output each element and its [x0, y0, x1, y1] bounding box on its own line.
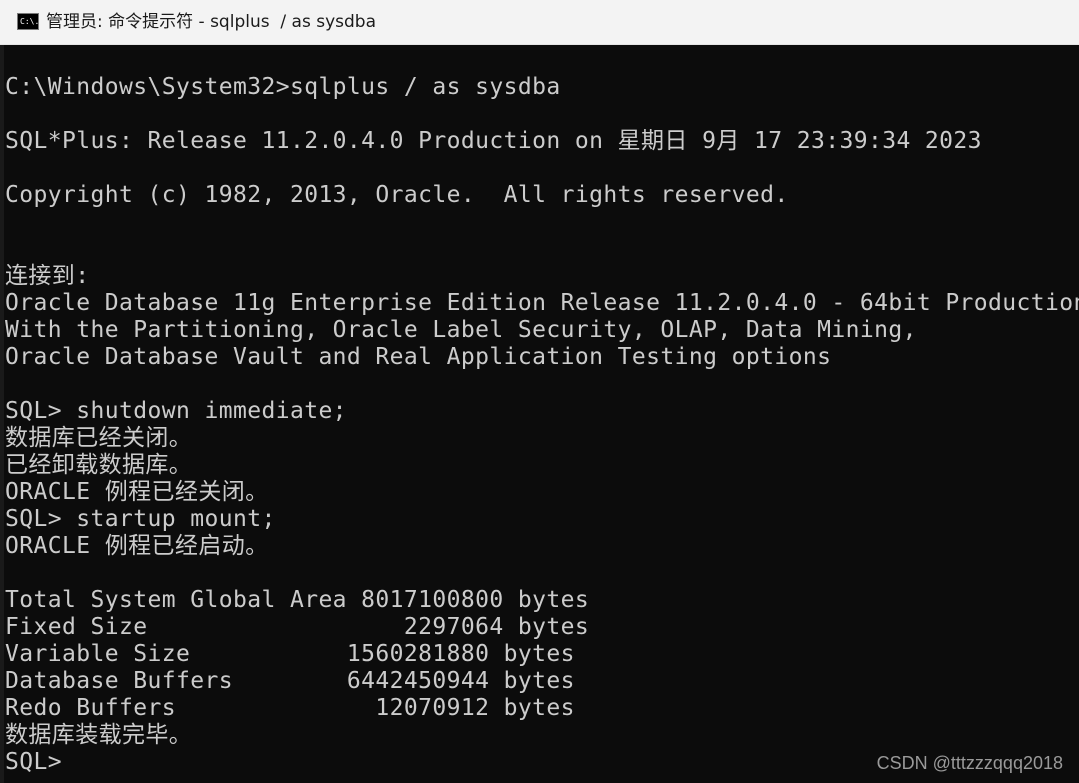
console-line-sqlplus-release: SQL*Plus: Release 11.2.0.4.0 Production …: [5, 128, 982, 154]
console-line-fixed-size: Fixed Size 2297064 bytes: [5, 614, 590, 640]
console-line-copyright: Copyright (c) 1982, 2013, Oracle. All ri…: [5, 182, 789, 208]
console-line-instance-shutdown: ORACLE 例程已经关闭。: [5, 479, 269, 505]
left-edge-divider: [0, 45, 4, 783]
console-line-options-2: Oracle Database Vault and Real Applicati…: [5, 344, 832, 370]
console-line-connected: 连接到:: [5, 263, 90, 289]
console-line-db-mounted: 数据库装载完毕。: [5, 722, 193, 748]
console-line-sga-total: Total System Global Area 8017100800 byte…: [5, 587, 590, 613]
console-line-shutdown-command: SQL> shutdown immediate;: [5, 398, 347, 424]
console-output[interactable]: C:\Windows\System32>sqlplus / as sysdba …: [0, 45, 1079, 783]
console-line-variable-size: Variable Size 1560281880 bytes: [5, 641, 575, 667]
console-line-command: C:\Windows\System32>sqlplus / as sysdba: [5, 74, 561, 100]
console-line-instance-started: ORACLE 例程已经启动。: [5, 533, 269, 559]
csdn-watermark: CSDN @tttzzzqqq2018: [876, 753, 1063, 773]
console-line-db-dismounted: 已经卸载数据库。: [5, 452, 193, 478]
console-line-redo-buffers: Redo Buffers 12070912 bytes: [5, 695, 575, 721]
console-line-startup-command: SQL> startup mount;: [5, 506, 276, 532]
console-line-oracle-version: Oracle Database 11g Enterprise Edition R…: [5, 290, 1079, 316]
console-line-database-buffers: Database Buffers 6442450944 bytes: [5, 668, 575, 694]
title-bar[interactable]: C:\. 管理员: 命令提示符 - sqlplus / as sysdba: [0, 0, 1079, 45]
cmd-icon: C:\.: [17, 13, 39, 30]
command-prompt-window: C:\. 管理员: 命令提示符 - sqlplus / as sysdba C:…: [0, 0, 1079, 783]
window-title: 管理员: 命令提示符 - sqlplus / as sysdba: [46, 12, 376, 32]
console-line-options-1: With the Partitioning, Oracle Label Secu…: [5, 317, 917, 343]
console-line-sql-prompt: SQL>: [5, 749, 62, 775]
console-line-db-closed: 数据库已经关闭。: [5, 425, 193, 451]
